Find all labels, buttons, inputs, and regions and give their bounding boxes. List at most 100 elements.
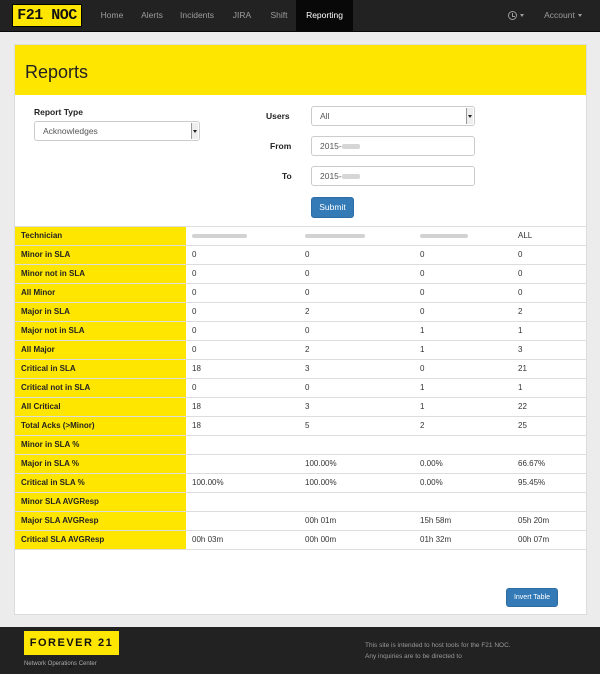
- table-cell: 0: [192, 326, 197, 335]
- row-label: Minor not in SLA: [15, 265, 186, 284]
- table-cell: 100.00%: [305, 459, 337, 468]
- table-cell: 0: [420, 250, 425, 259]
- footer-logo: FOREVER 21 ®: [24, 631, 119, 670]
- brand-logo[interactable]: F21 NOC: [12, 4, 82, 27]
- nav-jira[interactable]: JIRA: [222, 0, 262, 31]
- footer-note-2: Any inquiries are to be directed to: [365, 653, 462, 660]
- from-date-value: 2015-: [320, 141, 342, 151]
- table-cell: 0: [518, 269, 523, 278]
- table-row: Minor in SLA %: [15, 435, 586, 455]
- table-cell: 95.45%: [518, 478, 546, 487]
- footer-subtitle: Network Operations Center: [24, 661, 97, 667]
- table-cell: 0: [305, 250, 310, 259]
- table-bottom-border: [15, 549, 586, 550]
- report-type-value: Acknowledges: [43, 126, 98, 136]
- redacted-name: [420, 233, 468, 238]
- table-cell: 0: [192, 250, 197, 259]
- report-type-select[interactable]: Acknowledges: [34, 121, 200, 141]
- row-label: Critical SLA AVGResp: [15, 531, 186, 550]
- time-dropdown[interactable]: [500, 0, 532, 31]
- table-row: Major not in SLA 0 0 1 1: [15, 321, 586, 341]
- row-label: Minor in SLA %: [15, 436, 186, 455]
- table-row: Critical in SLA % 100.00% 100.00% 0.00% 95.4…: [15, 473, 586, 493]
- users-value: All: [320, 111, 330, 121]
- table-cell: 0: [192, 345, 197, 354]
- table-cell: 0: [305, 326, 310, 335]
- row-label: Total Acks (>Minor): [15, 417, 186, 436]
- from-label: From: [270, 141, 292, 151]
- table-cell: 2: [305, 345, 310, 354]
- table-cell: 0: [192, 383, 197, 392]
- nav-reporting[interactable]: Reporting: [296, 0, 353, 31]
- row-label: Critical in SLA %: [15, 474, 186, 493]
- row-label: Major in SLA: [15, 303, 186, 322]
- table-cell: 0: [420, 364, 425, 373]
- to-date-input[interactable]: 2015-: [311, 166, 475, 186]
- brand-text: F21 NOC: [17, 7, 77, 24]
- dropdown-arrow-icon: [191, 123, 198, 139]
- from-date-input[interactable]: 2015-: [311, 136, 475, 156]
- nav-home[interactable]: Home: [92, 0, 132, 31]
- row-label: Critical not in SLA: [15, 379, 186, 398]
- row-label: All Major: [15, 341, 186, 360]
- table-cell: 0: [518, 250, 523, 259]
- table-cell: 22: [518, 402, 527, 411]
- table-cell: 00h 00m: [305, 535, 337, 544]
- table-row: Total Acks (>Minor) 18 5 2 25: [15, 416, 586, 436]
- table-cell: 18: [192, 364, 201, 373]
- chevron-down-icon: [520, 14, 524, 18]
- users-select[interactable]: All: [311, 106, 475, 126]
- footer-logo-text: FOREVER 21: [29, 637, 114, 649]
- table-cell: 3: [518, 345, 523, 354]
- table-cell: 21: [518, 364, 527, 373]
- nav-shift[interactable]: Shift: [262, 0, 296, 31]
- table-cell: 2: [305, 307, 310, 316]
- table-cell: 100.00%: [192, 478, 224, 487]
- report-type-label: Report Type: [34, 107, 83, 117]
- to-date-value: 2015-: [320, 171, 342, 181]
- nav-alerts[interactable]: Alerts: [132, 0, 172, 31]
- redacted-text: [341, 174, 360, 180]
- row-label: Major in SLA %: [15, 455, 186, 474]
- table-cell: 0: [305, 269, 310, 278]
- top-navbar: F21 NOC Home Alerts Incidents JIRA Shift…: [0, 0, 600, 32]
- table-cell: 05h 20m: [518, 516, 550, 525]
- row-label: All Critical: [15, 398, 186, 417]
- table-cell: 0: [518, 288, 523, 297]
- table-cell: 0: [420, 269, 425, 278]
- table-cell: 1: [420, 345, 425, 354]
- submit-button[interactable]: Submit: [311, 197, 354, 218]
- table-cell: 0: [305, 383, 310, 392]
- table-cell: 1: [420, 326, 425, 335]
- table-cell: 1: [518, 383, 523, 392]
- table-row: Critical in SLA 18 3 0 21: [15, 359, 586, 379]
- table-cell: 66.67%: [518, 459, 546, 468]
- footer-note-1: This site is intended to host tools for …: [365, 642, 511, 649]
- chevron-down-icon: [577, 14, 582, 18]
- table-row: Critical SLA AVGResp 00h 03m 00h 00m 01h 32…: [15, 530, 586, 550]
- table-cell: 3: [305, 364, 310, 373]
- page-footer: FOREVER 21 ® Network Operations Center Th…: [0, 627, 600, 674]
- account-dropdown[interactable]: Account: [532, 0, 594, 31]
- row-label: Critical in SLA: [15, 360, 186, 379]
- table-cell: 0: [192, 288, 197, 297]
- table-cell: 15h 58m: [420, 516, 452, 525]
- page-title: Reports: [25, 62, 89, 82]
- table-cell: 25: [518, 421, 527, 430]
- table-cell: 2: [420, 421, 425, 430]
- table-cell: 0: [192, 269, 197, 278]
- table-row: Minor not in SLA 0 0 0 0: [15, 264, 586, 284]
- technician-col-3: [420, 227, 468, 246]
- technician-header: Technician: [15, 227, 186, 246]
- to-label: To: [282, 171, 292, 181]
- table-cell: 1: [518, 326, 523, 335]
- table-cell: 0: [305, 288, 310, 297]
- table-row: Minor SLA AVGResp: [15, 492, 586, 512]
- redacted-name: [192, 233, 247, 238]
- nav-incidents[interactable]: Incidents: [172, 0, 222, 31]
- table-cell: 2: [518, 307, 523, 316]
- invert-table-button[interactable]: Invert Table: [506, 588, 558, 607]
- table-cell: 0.00%: [420, 459, 443, 468]
- all-column-header: ALL: [518, 231, 533, 240]
- table-header-row: Technician ALL: [15, 226, 586, 246]
